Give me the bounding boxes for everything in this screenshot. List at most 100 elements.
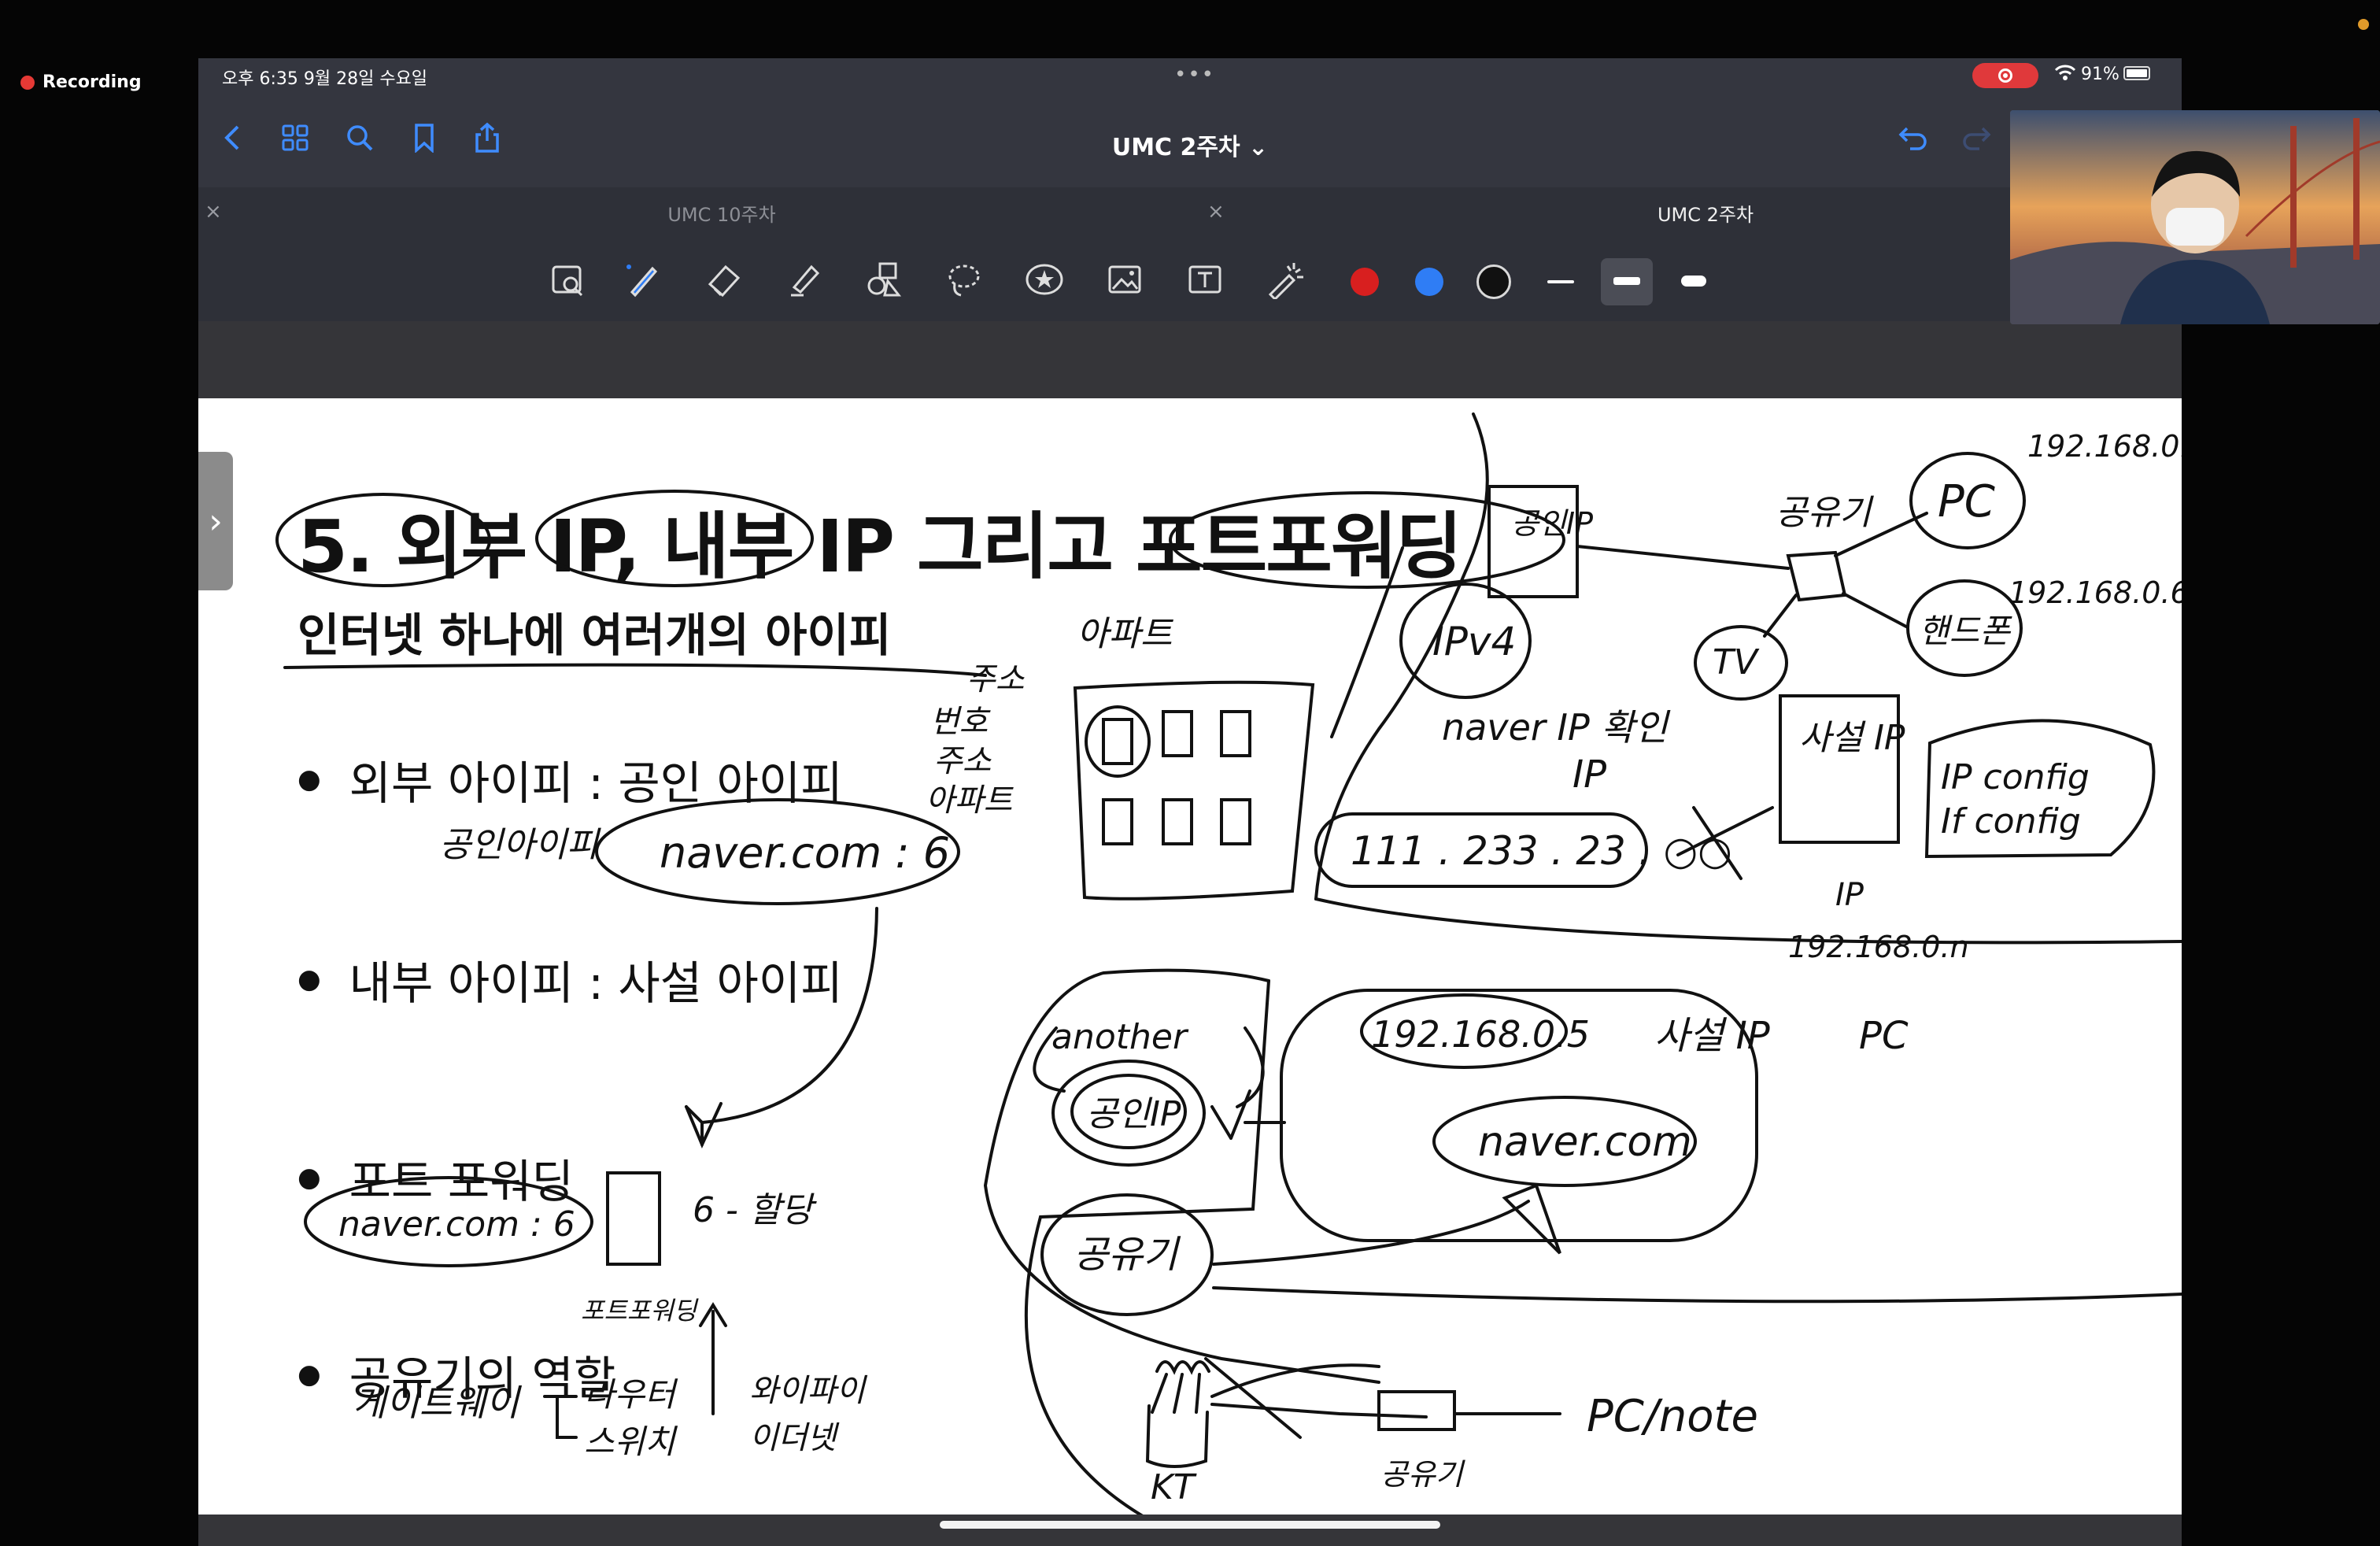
ink-ifconfig: If config: [1941, 801, 2081, 841]
document-title[interactable]: UMC 2주차 ⌄: [1111, 128, 1269, 162]
ink-modem: [1377, 1390, 1456, 1431]
ink-circle: [1085, 705, 1151, 778]
ink-apt-word: 주소: [966, 661, 1026, 697]
status-dot-icon: [2358, 19, 2369, 30]
ink-naver-port: naver.com : 6: [660, 828, 950, 878]
ink-circle: [535, 490, 814, 587]
multitask-dots-icon[interactable]: •••: [1174, 63, 1215, 87]
ink-arrow: [685, 907, 878, 1146]
ink-ip-label: IP: [1572, 753, 1606, 797]
record-dot-icon: [20, 75, 35, 90]
screen-record-icon[interactable]: [1972, 63, 2038, 88]
ink-ipv4: IPv4: [1432, 619, 1516, 664]
ink-circle: [1169, 491, 1565, 589]
ink-line: [1314, 897, 2182, 945]
share-icon[interactable]: [468, 118, 507, 157]
ink-kt-tower: [1145, 1404, 1209, 1468]
ink-private-ip: 사설 IP: [1654, 1014, 1770, 1058]
ink-underline: [283, 663, 987, 677]
laser-pointer-icon[interactable]: [1262, 257, 1308, 302]
status-bar: 오후 6:35 9월 28일 수요일 ••• 91%: [198, 58, 2182, 94]
page-scan-icon[interactable]: [545, 257, 590, 302]
ink-public-ip-box: 공인IP: [1511, 506, 1593, 541]
image-icon[interactable]: [1102, 257, 1148, 302]
ink-wifi: 와이파이: [749, 1373, 867, 1409]
ink-apt-word: 아파트: [926, 782, 1014, 819]
ink-apartment-units: [1102, 710, 1251, 845]
battery-percent: 91%: [2081, 65, 2119, 84]
tab-close-icon[interactable]: ×: [1207, 200, 1225, 224]
thin-stroke-option[interactable]: [1547, 280, 1574, 283]
ink-pc: PC: [1859, 1014, 1909, 1058]
ink-kt: KT: [1151, 1467, 1197, 1507]
ink-six: 6 - 할당: [693, 1190, 817, 1230]
ink-phone: 핸드폰: [1919, 612, 2012, 650]
ink-gateway: 게이트웨이: [353, 1381, 522, 1424]
ink-modem-label: 공유기: [1380, 1457, 1465, 1492]
highlighter-icon[interactable]: [781, 257, 826, 302]
ink-pc-top: PC: [1938, 476, 1995, 527]
ipad-screen: 오후 6:35 9월 28일 수요일 ••• 91% UMC 2주차 ⌄ × U…: [198, 58, 2182, 1546]
tab-bar: × UMC 10주차 × UMC 2주차: [198, 187, 2182, 238]
ink-router-box: [1786, 550, 1847, 602]
textbox-icon[interactable]: [1182, 257, 1228, 302]
eraser-icon[interactable]: [700, 257, 746, 302]
ink-naver-check: naver IP 확인: [1442, 706, 1671, 749]
ink-arrow: [1212, 1183, 1561, 1266]
ink-switch: 스위치: [584, 1422, 678, 1461]
drawing-toolbar: [198, 238, 2182, 321]
ink-ipconfig: IP config: [1941, 757, 2090, 797]
ink-router: 라우터: [584, 1375, 678, 1414]
page-gap: [198, 321, 2182, 398]
lasso-icon[interactable]: [941, 257, 987, 302]
ink-tv: TV: [1713, 642, 1760, 682]
tab-close-icon[interactable]: ×: [205, 200, 222, 224]
nav-bar: UMC 2주차 ⌄: [198, 94, 2182, 187]
wifi-icon: [2054, 63, 2076, 87]
red-color-swatch[interactable]: [1351, 268, 1379, 296]
undo-icon[interactable]: [1894, 118, 1933, 157]
ink-links: [1576, 512, 1928, 638]
ink-circle: [275, 493, 491, 587]
ink-line: [1212, 1286, 2182, 1304]
home-indicator[interactable]: [940, 1521, 1440, 1529]
bookmark-icon[interactable]: [405, 118, 444, 157]
redo-icon[interactable]: [1957, 118, 1996, 157]
ink-antenna: [1151, 1360, 1210, 1414]
blue-color-swatch[interactable]: [1415, 268, 1443, 296]
ink-apt-word: 번호: [930, 704, 991, 740]
pen-icon[interactable]: [620, 257, 666, 302]
grid-view-icon[interactable]: [275, 118, 315, 157]
black-color-swatch[interactable]: [1476, 264, 1511, 299]
handwritten-annotations: 공인아이피 naver.com : 6 naver.com : 6 포트포워딩 …: [275, 412, 2182, 1515]
sticker-icon[interactable]: [1022, 257, 1067, 302]
ink-ip-small: IP: [1835, 877, 1864, 913]
status-time: 오후 6:35 9월 28일 수요일: [222, 69, 428, 89]
tab-umc-10[interactable]: UMC 10주차: [230, 187, 1214, 238]
recording-indicator: Recording: [20, 72, 142, 92]
ink-private-ip-box: 사설 IP: [1799, 718, 1905, 758]
ink-public-ip-circle: 공인IP: [1086, 1094, 1181, 1134]
shapes-icon[interactable]: [861, 257, 907, 302]
ink-ip-111: 111 . 233 . 23 . ○○: [1351, 828, 1732, 874]
battery-icon: [2123, 66, 2150, 80]
ink-arrow: [1210, 1089, 1286, 1140]
ink-ethernet: 이더넷: [749, 1420, 840, 1456]
thick-stroke-option[interactable]: [1681, 276, 1706, 287]
ink-ip-bottom: 192.168.0.n: [1788, 930, 1969, 964]
ink-apartment: 아파트: [1077, 614, 1173, 654]
ink-router-top: 공유기: [1776, 493, 1874, 533]
webcam-overlay[interactable]: [2010, 110, 2380, 324]
ink-naver-port-2: naver.com : 6: [338, 1204, 575, 1245]
search-icon[interactable]: [340, 118, 379, 157]
ink-bracket: [543, 1395, 578, 1439]
ink-router-circle: 공유기: [1074, 1233, 1181, 1277]
ink-ip-top-1: 192.168.0.5: [2027, 429, 2182, 464]
bottom-bar: [198, 1515, 2182, 1546]
medium-stroke-bar: [1613, 277, 1640, 285]
tab-label: UMC 2주차: [1657, 203, 1754, 226]
webcam-video: [2010, 110, 2380, 324]
ink-building: [1073, 680, 1315, 901]
back-chevron-icon[interactable]: [213, 118, 252, 157]
note-page: › 5. 외부 IP, 내부 IP 그리고 포트포워딩 인터넷 하나에 여러개의…: [198, 398, 2182, 1515]
